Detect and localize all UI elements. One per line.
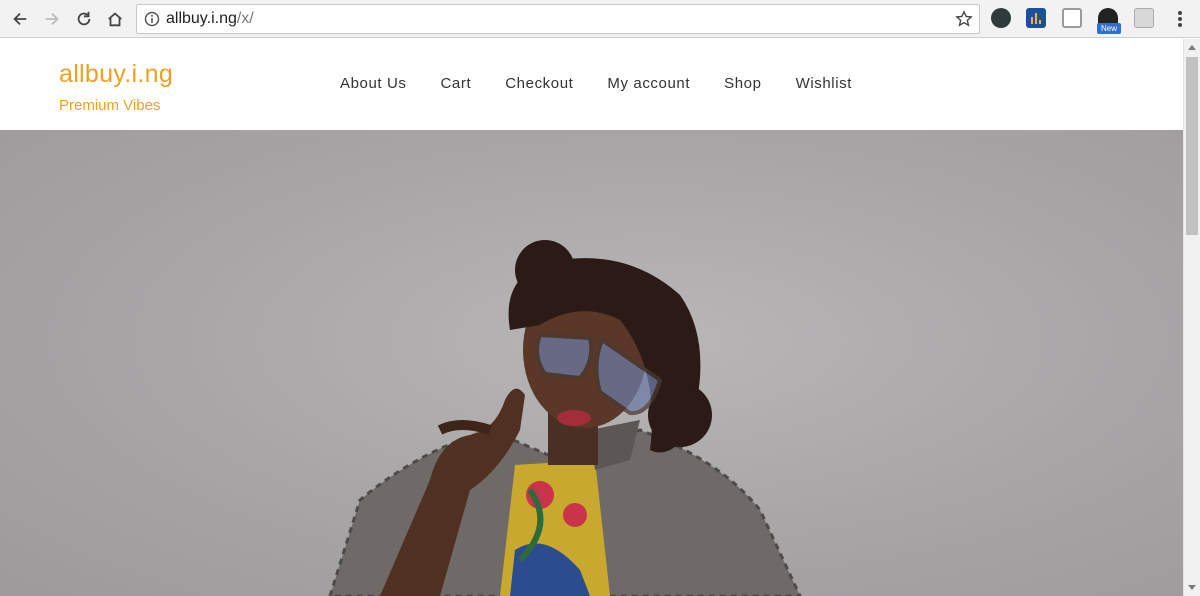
site-logo-link[interactable]: allbuy.i.ng bbox=[59, 60, 173, 89]
nav-my-account[interactable]: My account bbox=[607, 75, 690, 92]
scrollbar-thumb[interactable] bbox=[1186, 57, 1198, 235]
address-bar[interactable]: allbuy.i.ng/x/ bbox=[136, 4, 980, 34]
star-icon[interactable] bbox=[955, 10, 973, 28]
arrow-left-icon bbox=[13, 12, 27, 26]
back-button[interactable] bbox=[8, 7, 32, 31]
nav-checkout[interactable]: Checkout bbox=[505, 75, 573, 92]
hero-portrait-illustration bbox=[328, 240, 802, 596]
home-icon bbox=[108, 12, 122, 27]
site-tagline: Premium Vibes bbox=[59, 97, 161, 114]
web-page: allbuy.i.ng Premium Vibes About Us Cart … bbox=[0, 39, 1183, 596]
page-scrollbar[interactable] bbox=[1183, 39, 1200, 596]
nav-shop[interactable]: Shop bbox=[724, 75, 761, 92]
url-path: /x/ bbox=[236, 10, 254, 27]
nav-cart[interactable]: Cart bbox=[441, 75, 472, 92]
nav-about-us[interactable]: About Us bbox=[340, 75, 407, 92]
nav-wishlist[interactable]: Wishlist bbox=[796, 75, 852, 92]
browser-toolbar: allbuy.i.ng/x/ New bbox=[0, 0, 1200, 38]
home-button[interactable] bbox=[103, 7, 127, 31]
info-icon[interactable] bbox=[144, 11, 160, 27]
main-nav: About Us Cart Checkout My account Shop W… bbox=[340, 75, 886, 92]
more-menu-icon[interactable] bbox=[1172, 9, 1188, 29]
arrow-right-icon bbox=[45, 12, 59, 26]
extension-shield-icon[interactable] bbox=[991, 8, 1011, 28]
extension-mdn-icon[interactable] bbox=[1134, 8, 1154, 28]
reload-icon bbox=[77, 11, 91, 26]
extension-analytics-icon[interactable] bbox=[1026, 8, 1046, 28]
reload-button[interactable] bbox=[72, 7, 96, 31]
site-header: allbuy.i.ng Premium Vibes About Us Cart … bbox=[0, 39, 1183, 130]
extension-new-badge: New bbox=[1097, 23, 1121, 34]
scroll-down-arrow-icon[interactable] bbox=[1188, 585, 1196, 590]
url-text: allbuy.i.ng/x/ bbox=[166, 10, 254, 28]
scroll-up-arrow-icon[interactable] bbox=[1188, 45, 1196, 50]
extension-copy-icon[interactable] bbox=[1062, 8, 1082, 28]
hero-image bbox=[0, 130, 1183, 596]
forward-button[interactable] bbox=[40, 7, 64, 31]
url-host: allbuy.i.ng bbox=[166, 10, 237, 27]
